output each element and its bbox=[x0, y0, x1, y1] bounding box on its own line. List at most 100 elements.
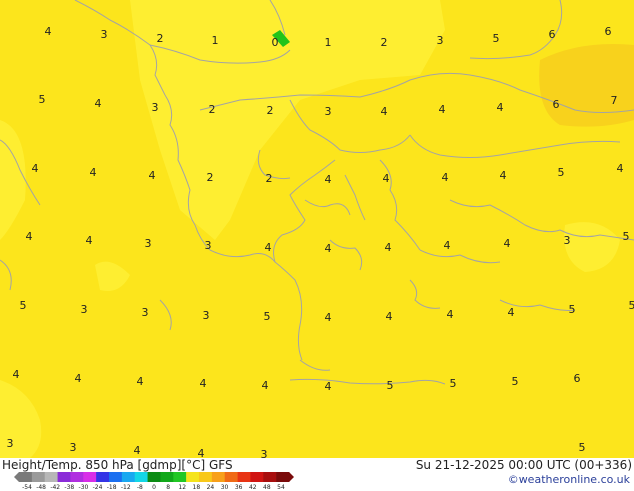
colorbar-cell bbox=[212, 472, 225, 482]
temperature-label: 6 bbox=[574, 372, 581, 385]
colorbar-cell bbox=[238, 472, 251, 482]
temperature-label: 2 bbox=[209, 103, 216, 116]
temperature-label: 3 bbox=[142, 306, 149, 319]
temperature-label: 4 bbox=[45, 25, 52, 38]
temperature-label: 5 bbox=[558, 166, 565, 179]
temperature-label: 4 bbox=[32, 162, 39, 175]
colorbar-cell bbox=[32, 472, 45, 482]
temperature-label: 4 bbox=[134, 444, 141, 457]
footer: Height/Temp. 850 hPa [gdmp][°C] GFS Su 2… bbox=[0, 458, 634, 490]
temperature-label: 4 bbox=[90, 166, 97, 179]
temperature-label: 4 bbox=[442, 171, 449, 184]
temperature-label: 4 bbox=[325, 311, 332, 324]
temperature-label: 4 bbox=[95, 97, 102, 110]
temperature-label: 4 bbox=[325, 173, 332, 186]
temperature-label: 5 bbox=[264, 310, 271, 323]
temperature-label: 6 bbox=[553, 98, 560, 111]
temperature-label: 5 bbox=[39, 93, 46, 106]
temperature-label: 4 bbox=[385, 241, 392, 254]
temperature-label: 5 bbox=[629, 299, 634, 312]
colorbar-cell bbox=[45, 472, 58, 482]
temperature-label: 3 bbox=[437, 34, 444, 47]
colorbar bbox=[14, 470, 294, 484]
temperature-label: 4 bbox=[504, 237, 511, 250]
temperature-label: 3 bbox=[7, 437, 14, 450]
temperature-label: 4 bbox=[325, 380, 332, 393]
temperature-label: 5 bbox=[493, 32, 500, 45]
weather-map: 4 3 2 1 0 1 2 3 5 6 6 5 4 3 2 2 3 4 4 4 6 7 4 4 4 2 2 4 4 4 4 5 4 4 4 3 3 4 4 4… bbox=[0, 0, 634, 458]
temperature-label: 4 bbox=[447, 308, 454, 321]
temperature-label: 0 bbox=[272, 36, 279, 49]
temperature-label: 3 bbox=[564, 234, 571, 247]
temperature-label: 6 bbox=[549, 28, 556, 41]
temperature-label: 4 bbox=[198, 447, 205, 458]
temperature-label: 3 bbox=[145, 237, 152, 250]
warm-area-northeast bbox=[539, 44, 634, 127]
temperature-label: 3 bbox=[261, 448, 268, 458]
colorbar-cell bbox=[160, 472, 173, 482]
temperature-label: 3 bbox=[152, 101, 159, 114]
temperature-label: 4 bbox=[325, 242, 332, 255]
temperature-label: 4 bbox=[386, 310, 393, 323]
colorbar-cell bbox=[109, 472, 122, 482]
temperature-label: 2 bbox=[157, 32, 164, 45]
colorbar-cell bbox=[263, 472, 276, 482]
colorbar-cell bbox=[122, 472, 135, 482]
temperature-label: 5 bbox=[512, 375, 519, 388]
temperature-label: 5 bbox=[387, 379, 394, 392]
temperature-label: 4 bbox=[137, 375, 144, 388]
colorbar-cell bbox=[173, 472, 186, 482]
temperature-label: 5 bbox=[450, 377, 457, 390]
colorbar-cell bbox=[148, 472, 161, 482]
temperature-label: 4 bbox=[86, 234, 93, 247]
temperature-label: 4 bbox=[381, 105, 388, 118]
temperature-label: 4 bbox=[508, 306, 515, 319]
temperature-label: 4 bbox=[200, 377, 207, 390]
colorbar-cell bbox=[58, 472, 71, 482]
temperature-label: 4 bbox=[265, 241, 272, 254]
colorbar-cell bbox=[19, 472, 32, 482]
temperature-label: 4 bbox=[75, 372, 82, 385]
colorbar-cell bbox=[276, 472, 289, 482]
colorbar-max-arrow bbox=[289, 472, 294, 482]
temperature-label: 2 bbox=[381, 36, 388, 49]
colorbar-cell bbox=[70, 472, 83, 482]
temperature-label: 3 bbox=[203, 309, 210, 322]
forecast-datetime: Su 21-12-2025 00:00 UTC (00+336) bbox=[416, 458, 632, 472]
colorbar-cell bbox=[225, 472, 238, 482]
temperature-label: 4 bbox=[497, 101, 504, 114]
temperature-label: 1 bbox=[325, 36, 332, 49]
temperature-label: 4 bbox=[439, 103, 446, 116]
temperature-label: 5 bbox=[569, 303, 576, 316]
temperature-label: 5 bbox=[579, 441, 586, 454]
credit-link[interactable]: ©weatheronline.co.uk bbox=[508, 473, 630, 486]
temperature-label: 4 bbox=[262, 379, 269, 392]
temperature-label: 5 bbox=[20, 299, 27, 312]
temperature-label: 6 bbox=[605, 25, 612, 38]
temperature-label: 2 bbox=[266, 172, 273, 185]
temperature-label: 4 bbox=[13, 368, 20, 381]
temperature-label: 5 bbox=[623, 230, 630, 243]
temperature-label: 2 bbox=[267, 104, 274, 117]
temperature-label: 4 bbox=[383, 172, 390, 185]
temperature-label: 2 bbox=[207, 171, 214, 184]
colorbar-cell bbox=[96, 472, 109, 482]
temperature-label: 4 bbox=[149, 169, 156, 182]
temperature-label: 4 bbox=[617, 162, 624, 175]
colorbar-cell bbox=[135, 472, 148, 482]
temperature-label: 3 bbox=[325, 105, 332, 118]
temperature-label: 3 bbox=[70, 441, 77, 454]
temperature-label: 3 bbox=[101, 28, 108, 41]
colorbar-cell bbox=[199, 472, 212, 482]
colorbar-cell bbox=[186, 472, 199, 482]
colorbar-cell bbox=[250, 472, 263, 482]
temperature-label: 4 bbox=[26, 230, 33, 243]
temperature-label: 4 bbox=[500, 169, 507, 182]
colorbar-min-arrow bbox=[14, 472, 19, 482]
temperature-label: 3 bbox=[81, 303, 88, 316]
temperature-label: 7 bbox=[611, 94, 618, 107]
colorbar-cell bbox=[83, 472, 96, 482]
temperature-label: 1 bbox=[212, 34, 219, 47]
temperature-label: 3 bbox=[205, 239, 212, 252]
temperature-label: 4 bbox=[444, 239, 451, 252]
